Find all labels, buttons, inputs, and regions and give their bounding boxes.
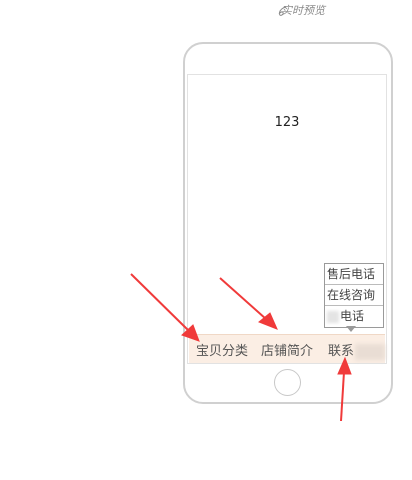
arrow-1-shaft bbox=[130, 273, 190, 332]
arrow-3-shaft bbox=[340, 371, 345, 422]
arrow-3-head bbox=[337, 356, 352, 375]
arrow-2-shaft bbox=[219, 277, 267, 320]
annotation-arrows bbox=[130, 273, 352, 422]
